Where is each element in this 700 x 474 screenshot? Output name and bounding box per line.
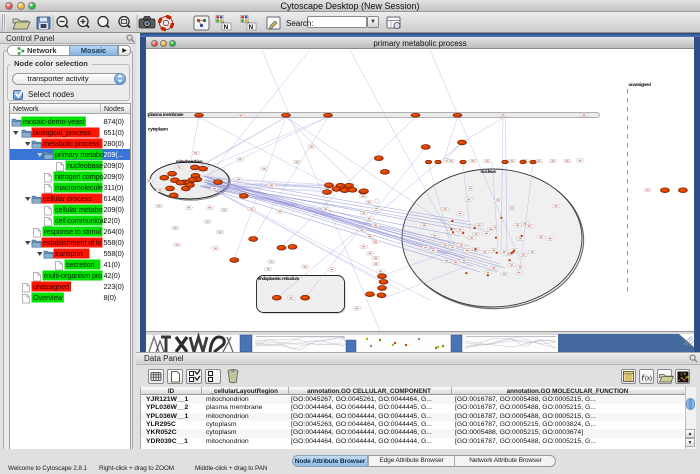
svg-text:cellular metabo: cellular metabo	[55, 205, 103, 214]
svg-text:cellular process: cellular process	[43, 194, 92, 203]
svg-text:209(...: 209(...	[104, 150, 124, 159]
svg-text:223(0): 223(0)	[104, 282, 124, 291]
svg-text:unassigned: unassigned	[33, 282, 69, 291]
svg-text:651(0): 651(0)	[104, 128, 124, 137]
svg-text:614(0): 614(0)	[104, 194, 124, 203]
svg-text:(x): (x)	[645, 376, 652, 382]
svg-text:transport: transport	[55, 249, 83, 258]
svg-text:biological_process: biological_process	[33, 128, 91, 137]
svg-text:unassigned: unassigned	[629, 82, 652, 87]
svg-text:secretion: secretion	[66, 260, 95, 269]
svg-text:macromolecule: macromolecule	[55, 183, 103, 192]
svg-text:N: N	[224, 24, 229, 31]
svg-text:209(0): 209(0)	[104, 161, 124, 170]
svg-text:42(0): 42(0)	[104, 271, 120, 280]
svg-text:209(0): 209(0)	[104, 172, 124, 181]
svg-text:nucleobase-: nucleobase-	[67, 161, 106, 170]
svg-text:plasma membrane: plasma membrane	[148, 112, 184, 117]
svg-text:8(0): 8(0)	[104, 293, 116, 302]
svg-text:209(0): 209(0)	[104, 205, 124, 214]
svg-text:endoplasmic reticulum: endoplasmic reticulum	[258, 276, 299, 281]
svg-text:primary metabo: primary metabo	[55, 150, 104, 159]
svg-text:22(0): 22(0)	[104, 216, 120, 225]
svg-text:311(0): 311(0)	[104, 183, 124, 192]
svg-text:N: N	[249, 24, 254, 31]
svg-text:41(0): 41(0)	[104, 260, 120, 269]
svg-text:metabolic process: metabolic process	[43, 139, 100, 148]
svg-text:558(0): 558(0)	[104, 249, 124, 258]
svg-text:response to stimul: response to stimul	[44, 227, 101, 236]
svg-text:cytoplasm: cytoplasm	[148, 127, 168, 132]
svg-text:264(0): 264(0)	[104, 227, 124, 236]
svg-text:mosaic-demo-yeast: mosaic-demo-yeast	[23, 117, 85, 126]
svg-text:874(0): 874(0)	[104, 117, 124, 126]
svg-text:280(0): 280(0)	[104, 139, 124, 148]
svg-text:nucleus: nucleus	[481, 169, 497, 174]
svg-text:nitrogen compo: nitrogen compo	[55, 172, 104, 181]
svg-text:multi-organism pro: multi-organism pro	[44, 271, 102, 280]
svg-text:cell communicat: cell communicat	[55, 216, 106, 225]
svg-text:Search:: Search:	[286, 19, 314, 28]
svg-text:Overview: Overview	[33, 293, 63, 302]
svg-text:mitochondrion: mitochondrion	[176, 159, 203, 164]
svg-text:558(0): 558(0)	[104, 238, 124, 247]
svg-text:establishment of lo: establishment of lo	[43, 238, 101, 247]
